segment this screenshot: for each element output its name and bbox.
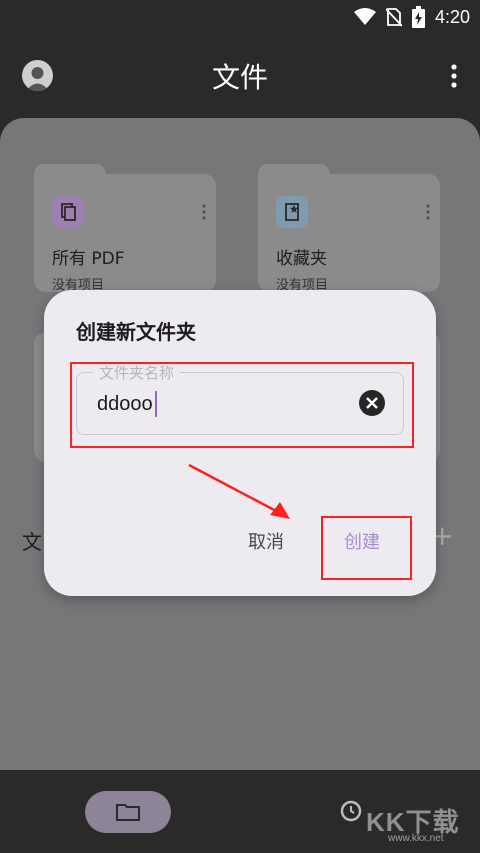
- card-all-pdf[interactable]: 所有 PDF 没有项目: [34, 164, 216, 293]
- favorite-doc-icon: [276, 196, 308, 228]
- bottom-nav: KK下载 www.kkx.net: [0, 770, 480, 853]
- folder-icon: [116, 804, 140, 821]
- highlight-box-create: [321, 516, 412, 580]
- app-bar: 文件: [0, 36, 480, 116]
- status-time: 4:20: [434, 6, 470, 27]
- dialog-title: 创建新文件夹: [76, 320, 196, 344]
- no-sim-icon: [385, 8, 402, 27]
- card-tab: [34, 164, 106, 184]
- cancel-button[interactable]: 取消: [248, 528, 284, 554]
- card-more-icon[interactable]: [202, 204, 206, 220]
- nav-files-tab[interactable]: [85, 791, 171, 833]
- card-title: 所有 PDF: [52, 249, 125, 269]
- page-title: 文件: [211, 61, 268, 94]
- card-more-icon[interactable]: [426, 204, 430, 220]
- arrow-annotation: [188, 463, 290, 519]
- status-icons: 4:20: [353, 6, 470, 28]
- clock-icon[interactable]: [340, 800, 362, 822]
- more-vert-icon[interactable]: [450, 64, 458, 88]
- card-tab: [258, 164, 330, 184]
- highlight-box-input: [70, 362, 414, 448]
- card-title: 收藏夹: [276, 249, 327, 269]
- pdf-files-icon: [52, 196, 84, 228]
- section-label: 文: [22, 530, 42, 554]
- watermark-url: www.kkx.net: [388, 833, 444, 844]
- status-bar: 4:20: [0, 0, 480, 36]
- battery-charging-icon: [411, 6, 425, 28]
- card-favorites[interactable]: 收藏夹 没有项目: [258, 164, 440, 293]
- wifi-icon: [353, 8, 376, 25]
